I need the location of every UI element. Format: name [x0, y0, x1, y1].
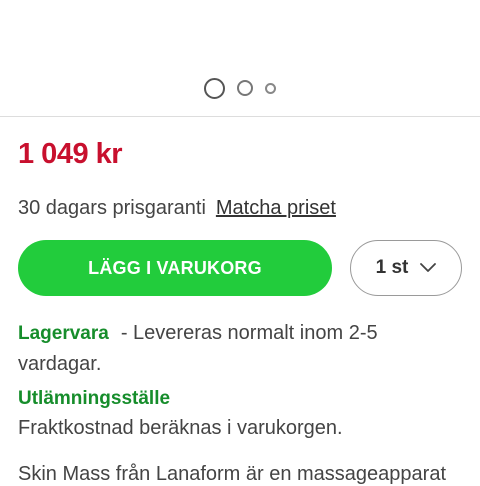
price-guarantee-text: 30 dagars prisgaranti — [18, 197, 206, 219]
match-price-link[interactable]: Matcha priset — [216, 197, 336, 219]
quantity-value: 1 st — [375, 257, 409, 278]
pickup-title-link[interactable]: Utlämningsställe — [18, 388, 170, 410]
product-description: Skin Mass från Lanaform är en massageapp… — [18, 463, 446, 485]
quantity-select[interactable]: 1 st — [350, 240, 462, 296]
add-to-cart-button[interactable]: LÄGG I VARUKORG — [18, 240, 332, 296]
chevron-down-icon — [420, 263, 437, 272]
product-price: 1 049 kr — [18, 138, 123, 170]
shipping-cost-info: Fraktkostnad beräknas i varukorgen. — [18, 417, 343, 439]
stock-status-link[interactable]: Lagervara — [18, 323, 109, 344]
carousel-pagination — [0, 77, 480, 99]
section-divider — [0, 116, 480, 117]
price-guarantee-row: 30 dagars prisgaranti Matcha priset — [18, 197, 336, 220]
add-to-cart-label: LÄGG I VARUKORG — [88, 257, 262, 278]
carousel-dot-active[interactable] — [204, 77, 225, 99]
stock-info: Lagervara - Levereras normalt inom 2-5 va… — [18, 318, 458, 379]
carousel-dot[interactable] — [265, 82, 276, 94]
carousel-dot[interactable] — [237, 80, 253, 96]
